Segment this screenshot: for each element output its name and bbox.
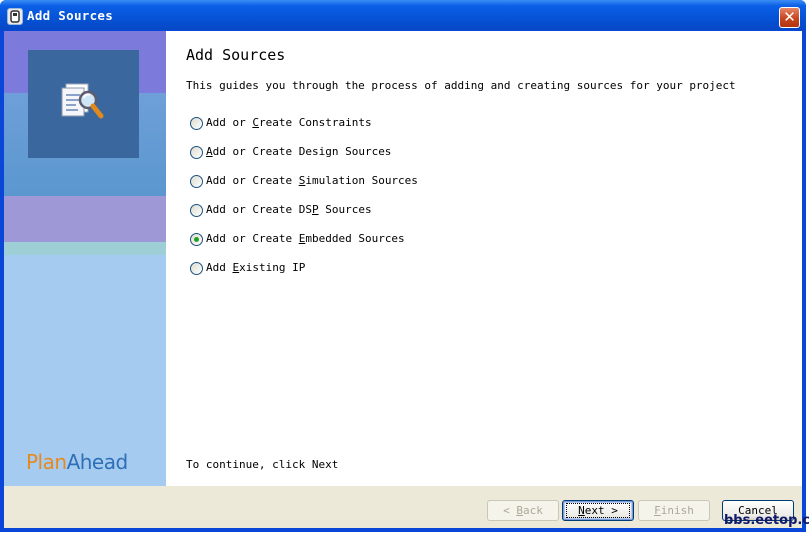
window-title: Add Sources (27, 8, 114, 23)
label-text: Add or Create DS (206, 203, 312, 216)
next-button[interactable]: Next > (562, 500, 634, 521)
close-icon: ✕ (783, 8, 796, 26)
finish-button[interactable]: Finish (638, 500, 710, 521)
radio-dsp-sources[interactable] (190, 204, 203, 217)
sidebar-band-purple (4, 196, 166, 242)
option-label: Add or Create Simulation Sources (206, 174, 418, 187)
label-text: imulation Sources (305, 174, 418, 187)
label-text: Add or Create (206, 232, 299, 245)
watermark: bbs.eetop.cn (724, 513, 809, 528)
focus-ring (566, 503, 630, 518)
app-icon (7, 8, 23, 25)
wizard-graphic (28, 50, 139, 158)
label-text: Add or (206, 116, 253, 129)
brand-text-ahead: Ahead (66, 450, 129, 474)
option-label: Add Existing IP (206, 261, 305, 274)
option-label: Add or Create Embedded Sources (206, 232, 405, 245)
mnemonic: C (252, 116, 259, 129)
button-text: ack (523, 504, 543, 517)
title-bar[interactable]: Add Sources ✕ (0, 0, 806, 30)
label-text: mbedded Sources (305, 232, 405, 245)
radio-existing-ip[interactable] (190, 262, 203, 275)
sidebar-band-teal (4, 242, 166, 255)
mnemonic: F (654, 504, 661, 517)
label-text: Add or Create (206, 174, 299, 187)
button-text: < (503, 504, 517, 517)
button-text: inish (660, 504, 694, 517)
label-text: Add (206, 261, 233, 274)
radio-design-sources[interactable] (190, 146, 203, 159)
label-text: Sources (318, 203, 372, 216)
wizard-content: Add Sources This guides you through the … (166, 31, 802, 486)
option-label: Add or Create Constraints (206, 116, 372, 129)
continue-hint: To continue, click Next (186, 458, 339, 471)
back-button[interactable]: < Back (487, 500, 559, 521)
document-magnifier-icon (61, 83, 104, 119)
page-title: Add Sources (186, 46, 286, 64)
mnemonic: P (311, 203, 319, 216)
label-text: xisting IP (239, 261, 306, 274)
planahead-logo: PlanAhead (26, 450, 128, 474)
label-text: reate Constraints (258, 116, 372, 129)
radio-simulation-sources[interactable] (190, 175, 203, 188)
add-sources-window: Add Sources ✕ PlanAhead Add Sources This… (0, 0, 806, 532)
mnemonic: B (516, 504, 523, 517)
close-button[interactable]: ✕ (779, 7, 800, 28)
radio-selected-dot (194, 237, 199, 242)
option-label: Add or Create Design Sources (206, 145, 391, 158)
brand-text-plan: Plan (26, 450, 67, 474)
page-description: This guides you through the process of a… (186, 79, 736, 92)
radio-constraints[interactable] (190, 117, 203, 130)
wizard-sidebar: PlanAhead (4, 31, 166, 486)
mnemonic: A (206, 145, 213, 158)
dialog-client-area: PlanAhead Add Sources This guides you th… (4, 31, 802, 528)
radio-embedded-sources[interactable] (190, 233, 203, 246)
label-text: dd or Create Design Sources (212, 145, 392, 158)
option-label: Add or Create DSP Sources (206, 203, 372, 216)
